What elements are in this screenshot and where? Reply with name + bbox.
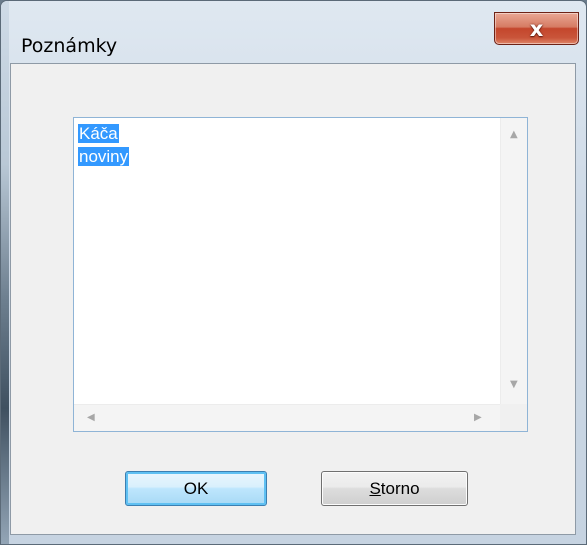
scroll-left-icon[interactable]: ◀ xyxy=(87,413,95,423)
selected-text: noviny xyxy=(78,147,130,166)
dialog-client-area: Káča noviny ▲ ▼ ◀ ▶ OK Storno xyxy=(10,63,576,535)
scrollbar-corner xyxy=(500,404,527,431)
vertical-scrollbar[interactable]: ▲ ▼ xyxy=(500,118,527,404)
horizontal-scrollbar[interactable]: ◀ ▶ xyxy=(74,404,500,431)
storno-mnemonic: S xyxy=(369,479,381,498)
ok-button[interactable]: OK xyxy=(125,471,267,506)
close-button[interactable]: x xyxy=(494,12,579,45)
title-bar[interactable]: Poznámky x xyxy=(1,1,586,63)
notes-line: Káča xyxy=(78,122,498,145)
storno-label-rest: torno xyxy=(380,479,420,498)
notes-text[interactable]: Káča noviny xyxy=(78,122,498,168)
notes-line: noviny xyxy=(78,145,498,168)
selected-text: Káča xyxy=(78,124,119,143)
scroll-up-icon[interactable]: ▲ xyxy=(510,130,518,140)
notes-dialog-window: Poznámky x Káča noviny ▲ ▼ ◀ ▶ OK Storno xyxy=(0,0,587,545)
close-icon: x xyxy=(529,17,544,41)
scroll-right-icon[interactable]: ▶ xyxy=(474,413,482,423)
storno-button[interactable]: Storno xyxy=(321,471,468,506)
dialog-title: Poznámky xyxy=(21,35,118,57)
scroll-down-icon[interactable]: ▼ xyxy=(510,380,518,390)
notes-textarea[interactable]: Káča noviny ▲ ▼ ◀ ▶ xyxy=(73,117,528,432)
